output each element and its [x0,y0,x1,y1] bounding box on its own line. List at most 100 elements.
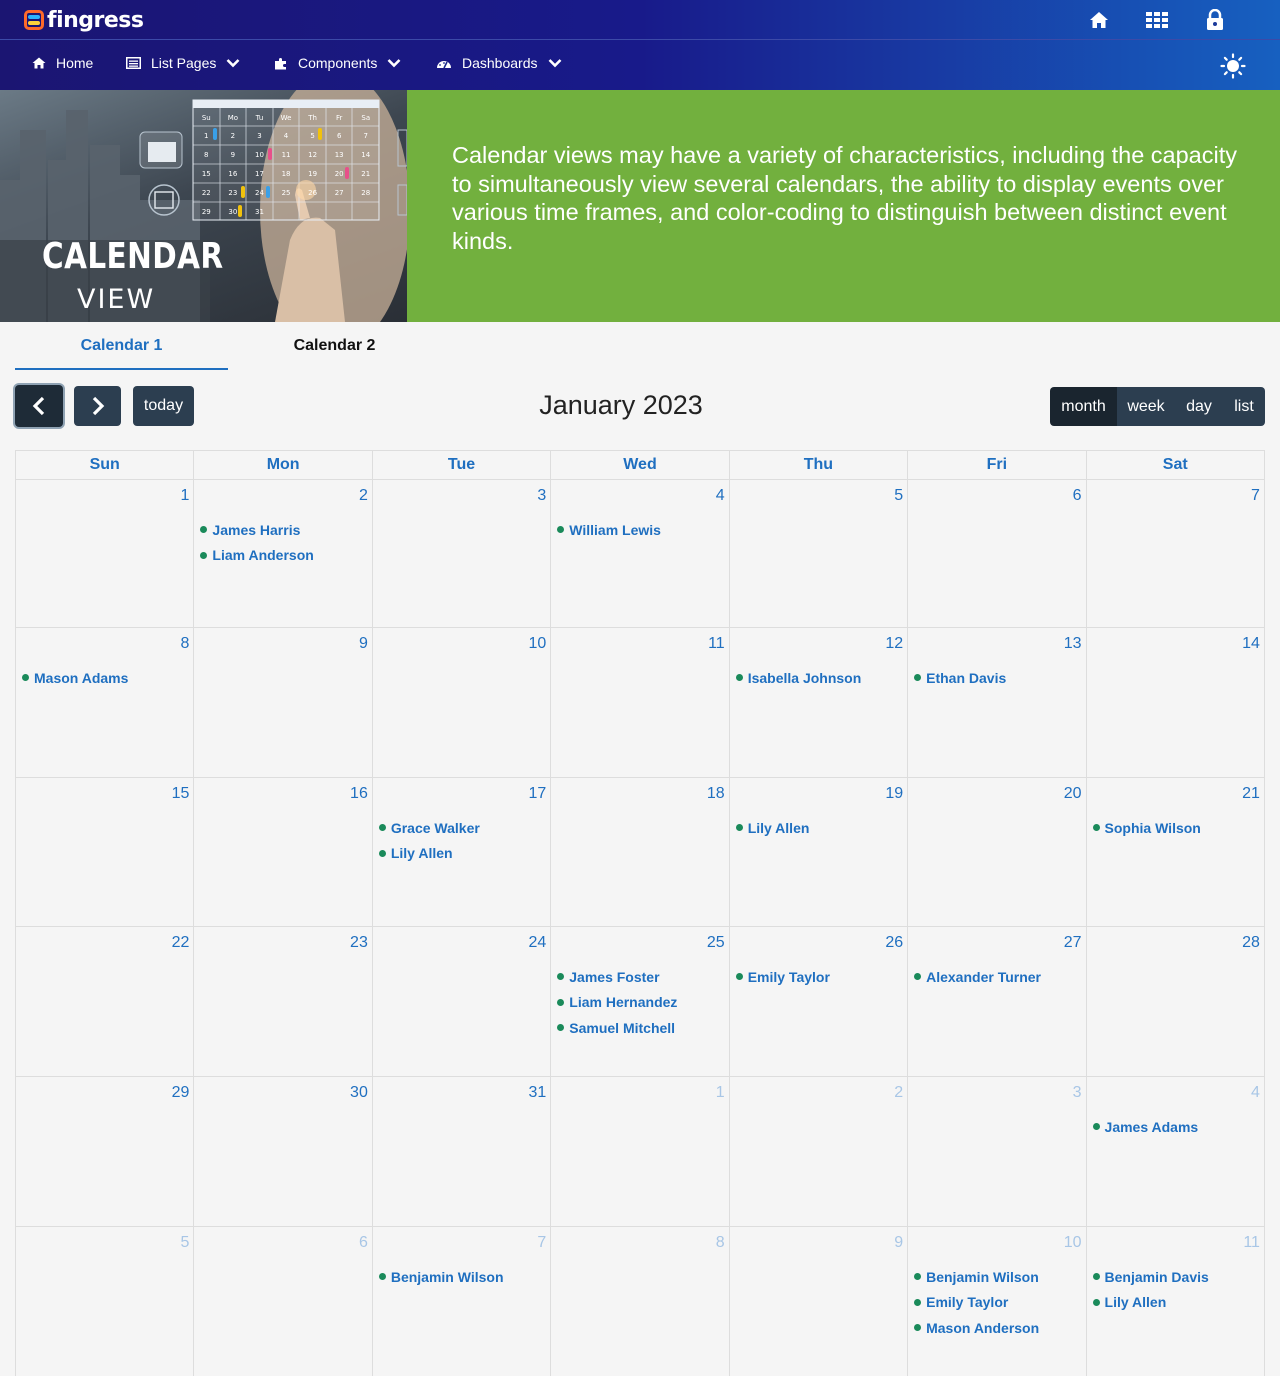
home-icon[interactable] [1070,8,1128,32]
day-cell[interactable]: 4 William Lewis [551,480,730,628]
day-cell[interactable]: 10 Benjamin Wilson Emily Taylor Mason Ander… [908,1227,1087,1376]
nav-home[interactable]: Home [32,55,93,71]
calendar-event[interactable]: James Foster [557,964,724,990]
day-cell[interactable]: 18 [551,778,730,927]
day-number[interactable]: 7 [537,1234,546,1252]
day-number[interactable]: 8 [716,1234,725,1252]
day-cell[interactable]: 31 [372,1077,552,1227]
day-cell[interactable]: 11 Benjamin Davis Lily Allen [1087,1227,1265,1376]
calendar-event[interactable]: Lily Allen [378,841,546,867]
tab-calendar-1[interactable]: Calendar 1 [15,336,228,370]
calendar-event[interactable]: Sophia Wilson [1092,815,1260,841]
day-cell[interactable]: 14 [1086,628,1265,778]
day-number[interactable]: 17 [528,785,546,803]
calendar-event[interactable]: Emily Taylor [914,1290,1081,1316]
day-cell[interactable]: 19 Lily Allen [729,778,909,927]
tab-calendar-2[interactable]: Calendar 2 [228,336,441,370]
day-cell[interactable]: 15 [16,778,195,927]
day-number[interactable]: 21 [1242,785,1260,803]
day-cell[interactable]: 20 [908,778,1087,927]
day-number[interactable]: 22 [172,934,190,952]
day-cell[interactable]: 17 Grace Walker Lily Allen [372,778,552,927]
day-cell[interactable]: 24 [372,927,552,1077]
calendar-event[interactable]: Liam Anderson [200,543,367,569]
prev-button[interactable] [15,385,63,427]
day-number[interactable]: 10 [528,635,546,653]
day-number[interactable]: 9 [894,1234,903,1252]
day-cell[interactable]: 25 James Foster Liam Hernandez Samuel Mitch… [551,927,730,1077]
day-number[interactable]: 2 [359,487,368,505]
day-cell[interactable]: 7 Benjamin Wilson [373,1227,552,1376]
day-number[interactable]: 3 [1073,1084,1082,1102]
calendar-event[interactable]: Grace Walker [378,815,546,841]
calendar-event[interactable]: James Harris [200,517,367,543]
sun-icon[interactable] [1220,53,1246,79]
calendar-event[interactable]: Samuel Mitchell [557,1015,724,1041]
calendar-event[interactable]: Mason Adams [22,665,189,691]
day-number[interactable]: 8 [181,635,190,653]
view-month-button[interactable]: month [1050,387,1117,426]
day-cell[interactable]: 3 [372,480,552,628]
day-cell[interactable]: 13 Ethan Davis [908,628,1087,778]
calendar-event[interactable]: Ethan Davis [914,665,1081,691]
day-number[interactable]: 31 [528,1084,546,1102]
day-cell[interactable]: 1 [16,480,195,628]
day-number[interactable]: 11 [708,635,725,653]
day-cell[interactable]: 8 [551,1227,730,1376]
day-number[interactable]: 15 [172,785,190,803]
day-number[interactable]: 27 [1064,934,1082,952]
day-number[interactable]: 25 [707,934,725,952]
today-button[interactable]: today [133,386,194,426]
view-list-button[interactable]: list [1223,387,1265,426]
day-cell[interactable]: 5 [729,480,909,628]
day-cell[interactable]: 12 Isabella Johnson [729,628,909,778]
day-number[interactable]: 14 [1242,635,1260,653]
day-number[interactable]: 13 [1064,635,1082,653]
day-number[interactable]: 6 [1073,487,1082,505]
nav-list-pages[interactable]: List Pages [126,55,240,71]
day-number[interactable]: 10 [1064,1234,1082,1252]
day-cell[interactable]: 27 Alexander Turner [908,927,1087,1077]
calendar-event[interactable]: Benjamin Wilson [914,1264,1081,1290]
day-number[interactable]: 9 [359,635,368,653]
calendar-event[interactable]: Alexander Turner [914,964,1081,990]
calendar-event[interactable]: Benjamin Davis [1092,1264,1260,1290]
day-number[interactable]: 24 [528,934,546,952]
day-number[interactable]: 28 [1242,934,1260,952]
day-number[interactable]: 18 [707,785,725,803]
logo[interactable]: fingress [24,8,144,33]
day-cell[interactable]: 5 [16,1227,195,1376]
day-number[interactable]: 1 [716,1084,725,1102]
day-cell[interactable]: 26 Emily Taylor [729,927,909,1077]
day-cell[interactable]: 3 [908,1077,1087,1227]
nav-components[interactable]: Components [274,55,401,71]
day-number[interactable]: 29 [172,1084,190,1102]
calendar-event[interactable]: James Adams [1092,1114,1260,1140]
next-button[interactable] [74,386,121,426]
day-cell[interactable]: 4 James Adams [1086,1077,1265,1227]
calendar-event[interactable]: Liam Hernandez [557,990,724,1016]
day-cell[interactable]: 28 [1086,927,1265,1077]
day-cell[interactable]: 2 [729,1077,909,1227]
calendar-event[interactable]: Lily Allen [735,815,903,841]
day-number[interactable]: 5 [181,1234,190,1252]
view-day-button[interactable]: day [1175,387,1223,426]
view-week-button[interactable]: week [1117,387,1175,426]
day-cell[interactable]: 30 [194,1077,373,1227]
day-cell[interactable]: 7 [1086,480,1265,628]
day-cell[interactable]: 21 Sophia Wilson [1086,778,1265,927]
day-cell[interactable]: 23 [194,927,373,1077]
nav-dashboards[interactable]: Dashboards [436,55,562,71]
day-number[interactable]: 30 [350,1084,368,1102]
day-number[interactable]: 16 [350,785,368,803]
day-cell[interactable]: 6 [194,1227,373,1376]
day-cell[interactable]: 29 [16,1077,195,1227]
day-cell[interactable]: 6 [908,480,1087,628]
day-number[interactable]: 3 [537,487,546,505]
calendar-event[interactable]: Emily Taylor [735,964,903,990]
day-number[interactable]: 7 [1251,487,1260,505]
day-cell[interactable]: 22 [16,927,195,1077]
day-number[interactable]: 12 [885,635,903,653]
day-number[interactable]: 2 [894,1084,903,1102]
calendar-event[interactable]: Mason Anderson [914,1315,1081,1341]
